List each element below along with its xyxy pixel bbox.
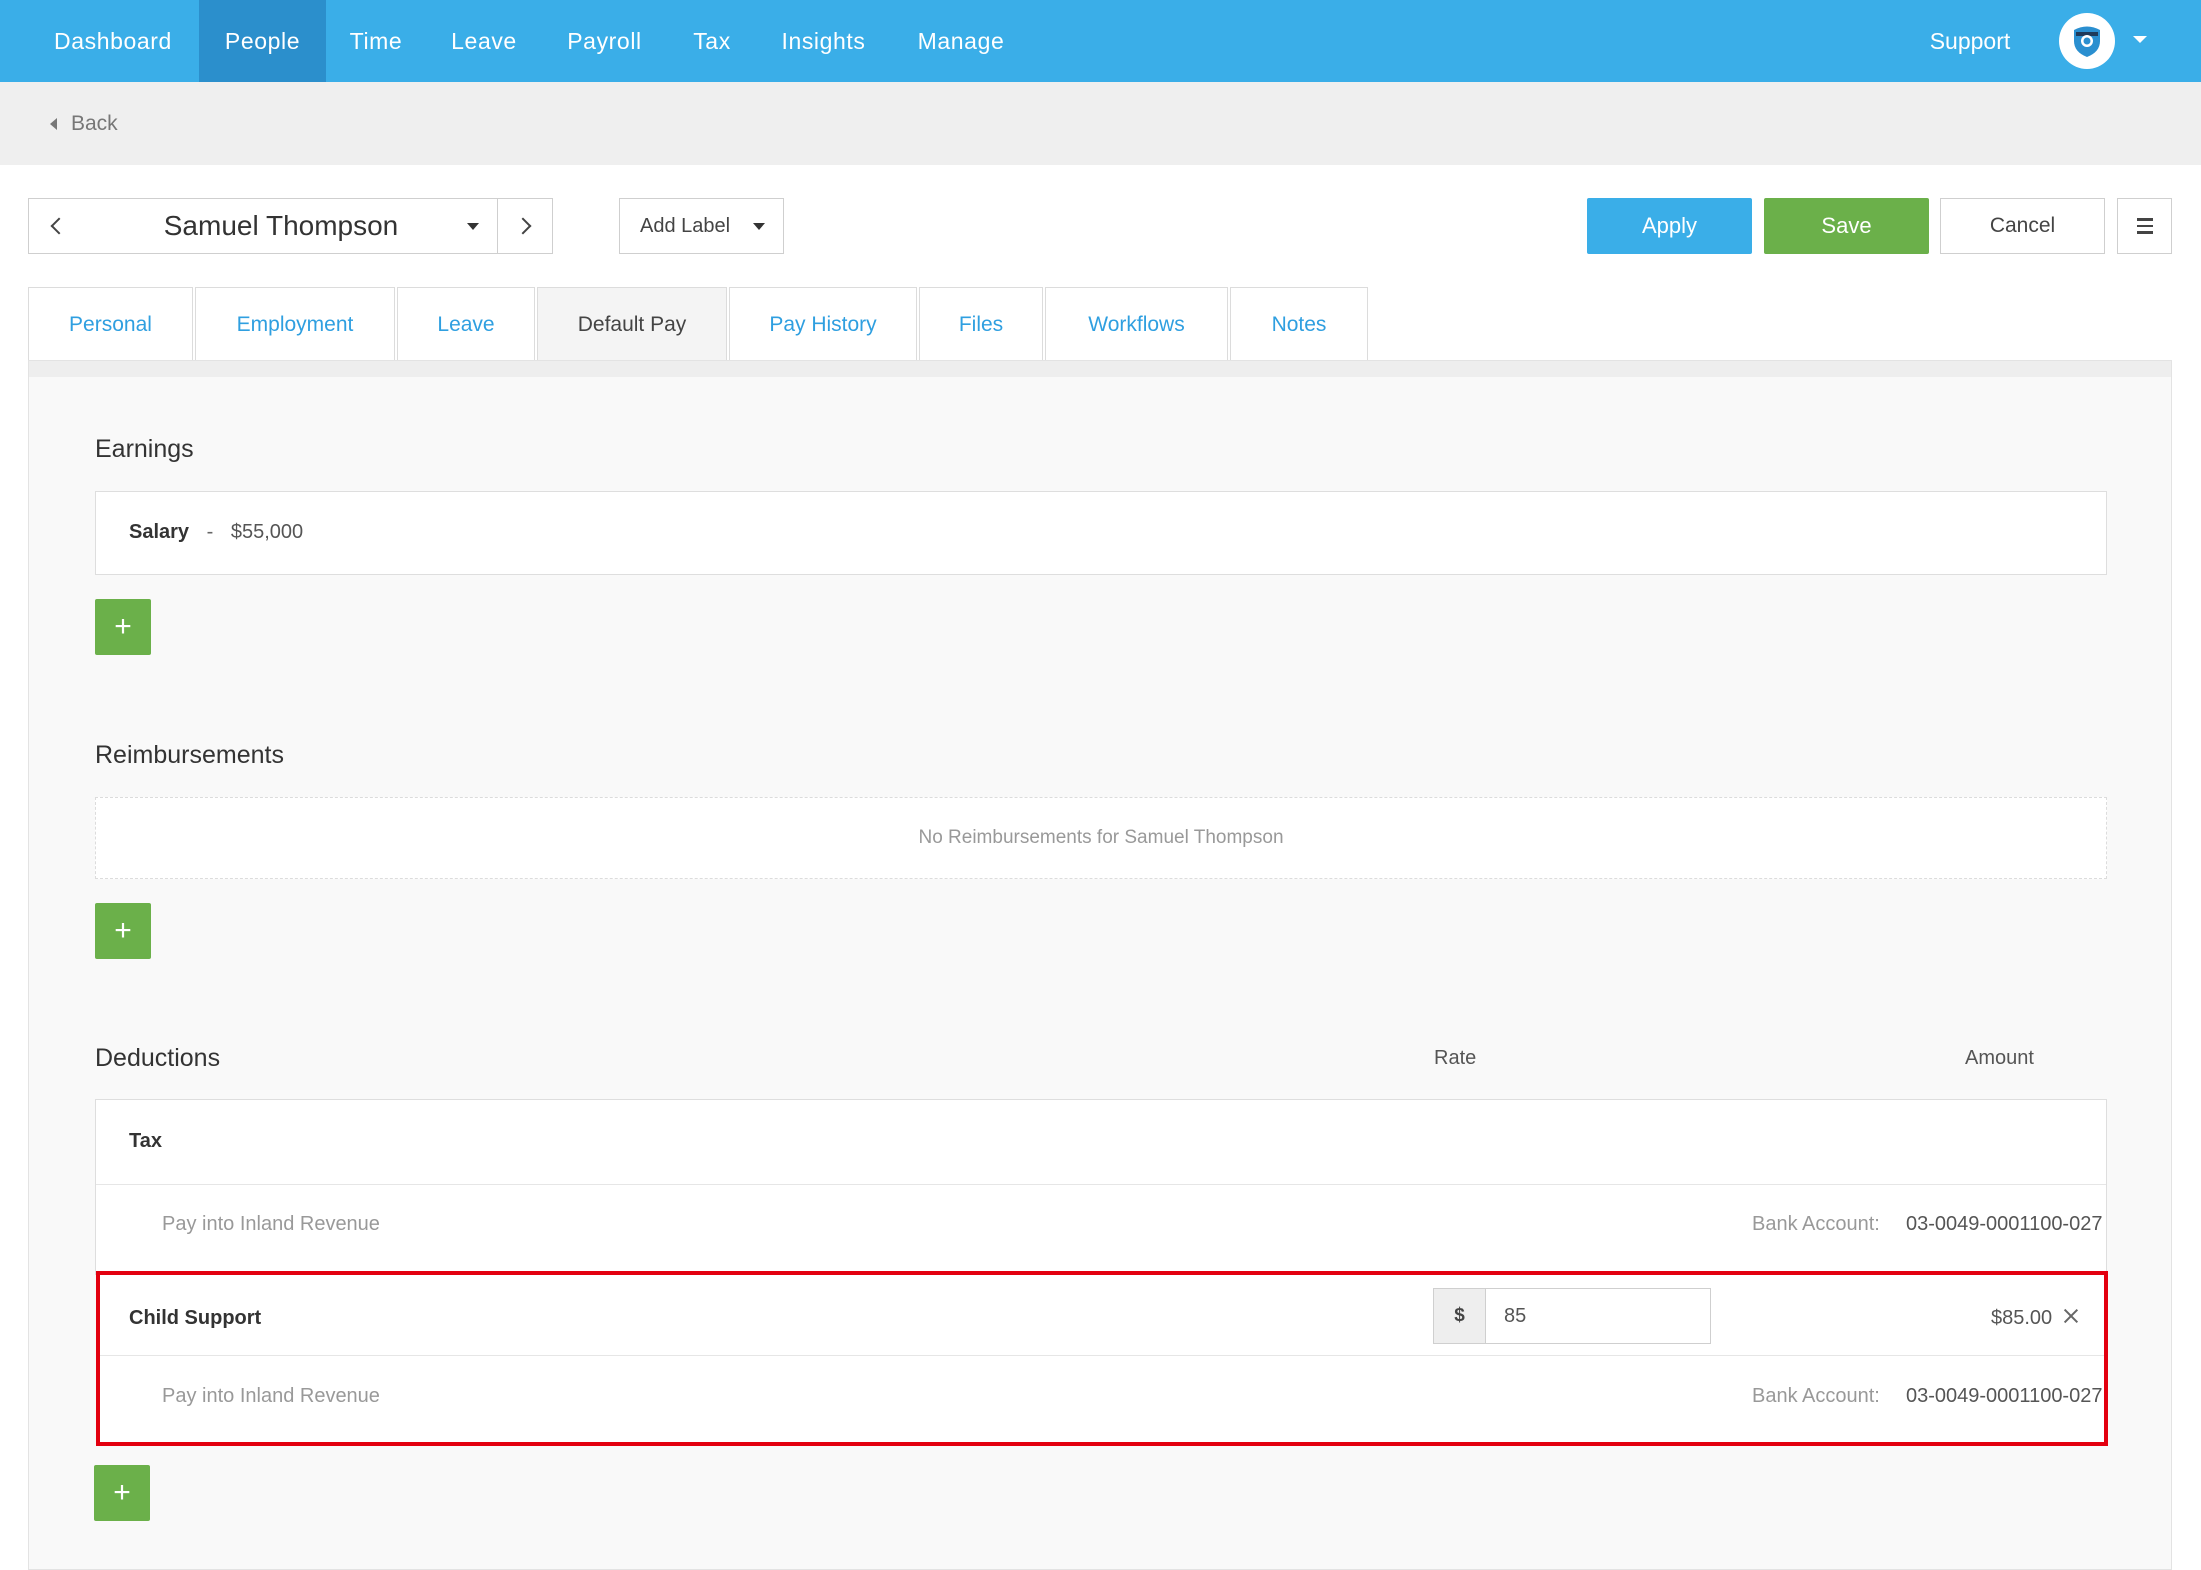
add-label-dropdown[interactable]: Add Label [619, 198, 784, 254]
nav-people[interactable]: People [199, 0, 326, 82]
nav-leave[interactable]: Leave [428, 0, 540, 82]
tab-default-pay[interactable]: Default Pay [537, 287, 727, 362]
more-menu-button[interactable] [2117, 198, 2172, 254]
earnings-list: Salary - $55,000 [95, 491, 2107, 575]
tab-personal[interactable]: Personal [28, 287, 193, 361]
user-avatar-icon [2074, 26, 2100, 57]
cancel-button[interactable]: Cancel [1940, 198, 2105, 254]
bank-account-number: 03-0049-0001100-027 [1906, 1213, 2103, 1235]
nav-payroll[interactable]: Payroll [542, 0, 667, 82]
rate-column-header: Rate [1434, 1047, 1477, 1069]
tab-pay-history[interactable]: Pay History [729, 287, 917, 361]
reimbursements-empty-state: No Reimbursements for Samuel Thompson [95, 797, 2107, 879]
add-reimbursement-button[interactable]: + [95, 903, 151, 959]
tab-workflows[interactable]: Workflows [1045, 287, 1228, 361]
tab-leave[interactable]: Leave [397, 287, 535, 361]
employee-select[interactable]: Samuel Thompson [83, 198, 497, 254]
nav-dashboard[interactable]: Dashboard [28, 0, 198, 82]
add-label-text: Add Label [640, 215, 731, 237]
reimbursements-title: Reimbursements [95, 741, 284, 769]
nav-insights[interactable]: Insights [766, 0, 881, 82]
deductions-title: Deductions [95, 1044, 221, 1072]
back-bar: Back [0, 82, 2201, 165]
hamburger-icon [2136, 218, 2153, 234]
employee-name: Samuel Thompson [163, 210, 399, 241]
deduction-name: Tax [129, 1130, 162, 1152]
nav-manage[interactable]: Manage [905, 0, 1017, 82]
user-menu-caret-icon[interactable] [2133, 36, 2147, 43]
add-deduction-button[interactable]: + [94, 1465, 150, 1521]
back-arrow-icon [50, 118, 57, 130]
back-link[interactable]: Back [50, 108, 118, 140]
support-link[interactable]: Support [1910, 0, 2030, 82]
save-button[interactable]: Save [1764, 198, 1929, 254]
earning-separator: - [206, 521, 214, 543]
caret-down-icon [467, 223, 479, 230]
chevron-left-icon [50, 217, 67, 235]
next-employee-button[interactable] [497, 198, 553, 254]
amount-column-header: Amount [1965, 1047, 2034, 1069]
avatar[interactable] [2059, 13, 2115, 69]
earning-amount: $55,000 [230, 521, 304, 543]
deduction-pay-into: Pay into Inland Revenue [162, 1213, 380, 1235]
add-earning-button[interactable]: + [95, 599, 151, 655]
caret-down-icon [753, 223, 765, 230]
nav-time[interactable]: Time [326, 0, 426, 82]
tab-employment[interactable]: Employment [195, 287, 395, 361]
nav-tax[interactable]: Tax [672, 0, 752, 82]
deduction-item-tax: Tax Pay into Inland Revenue Bank Account… [95, 1099, 2107, 1275]
apply-button[interactable]: Apply [1587, 198, 1752, 254]
earning-item[interactable]: Salary - $55,000 [129, 521, 303, 544]
top-navigation-bar: Dashboard People Time Leave Payroll Tax … [0, 0, 2201, 82]
previous-employee-button[interactable] [28, 198, 84, 254]
earnings-title: Earnings [95, 435, 194, 463]
bank-account-label: Bank Account: [1752, 1213, 1880, 1235]
earning-name: Salary [129, 521, 190, 543]
highlight-box [96, 1271, 2108, 1446]
chevron-right-icon [514, 217, 531, 235]
tab-notes[interactable]: Notes [1230, 287, 1368, 361]
back-label: Back [71, 112, 118, 135]
tab-files[interactable]: Files [919, 287, 1043, 361]
